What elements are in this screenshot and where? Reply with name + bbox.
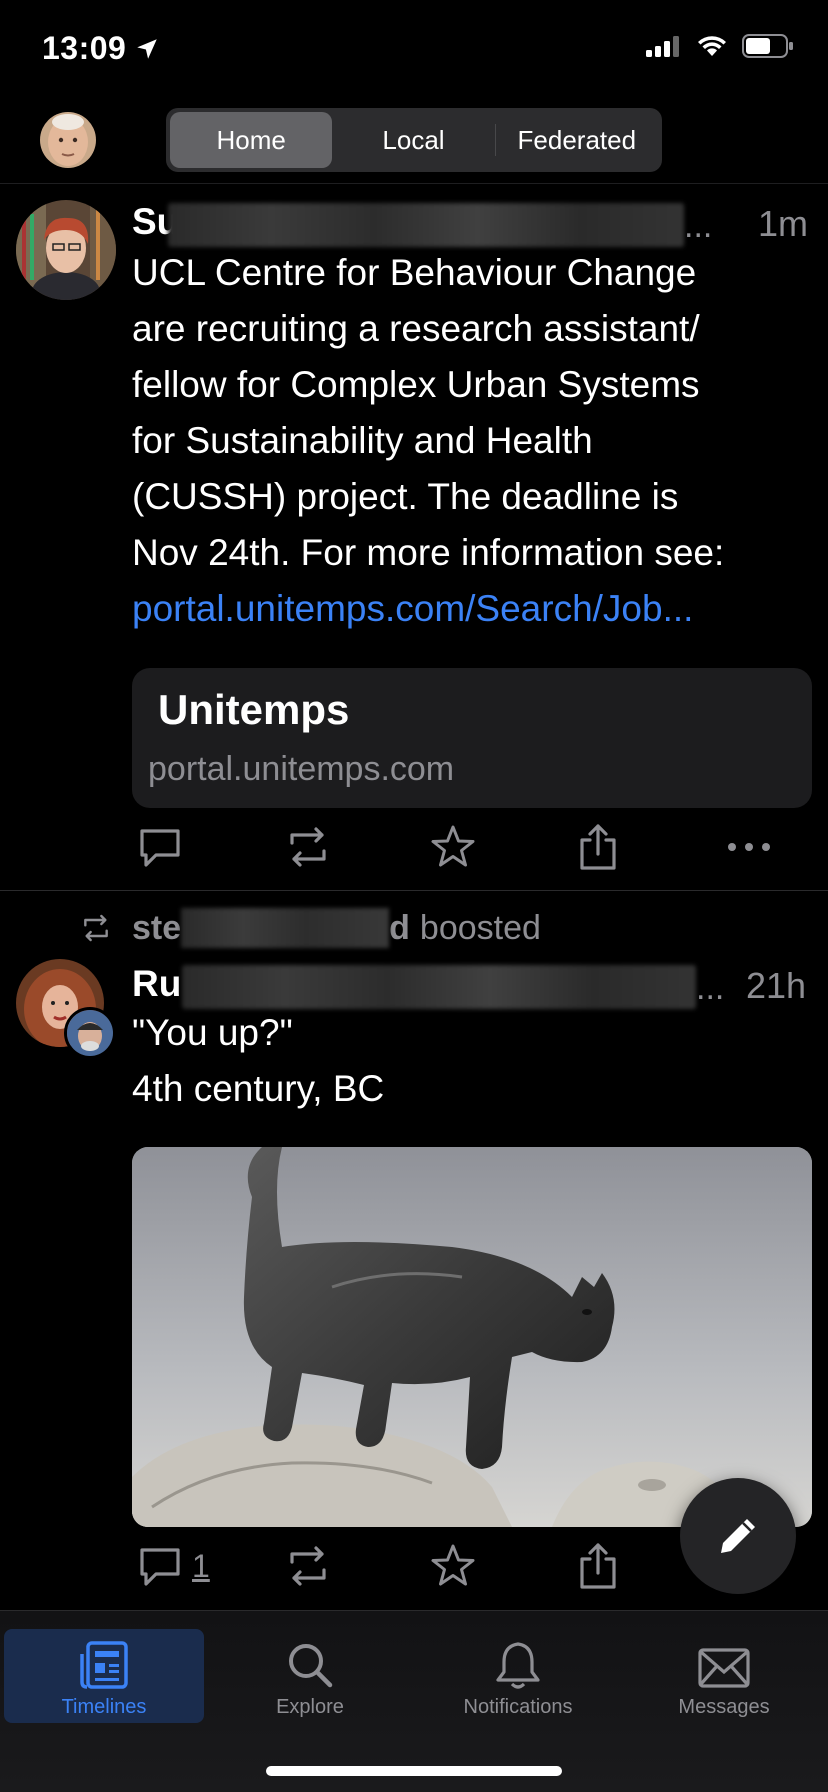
- post-text-line: for Sustainability and Health: [132, 420, 593, 461]
- boost-indicator: ste d boosted: [78, 903, 541, 953]
- cat-sculpture-image: [132, 1147, 812, 1527]
- post-text-line: Nov 24th. For more information see:: [132, 532, 725, 573]
- status-time-label: 13:09: [42, 30, 127, 66]
- redacted-booster: [181, 908, 390, 948]
- tab-messages[interactable]: Messages: [624, 1629, 824, 1723]
- tab-local[interactable]: Local: [332, 112, 494, 168]
- tab-timelines-label: Timelines: [61, 1696, 147, 1718]
- reply-count: 1: [192, 1547, 210, 1584]
- home-indicator[interactable]: [266, 1766, 562, 1776]
- envelope-icon: [698, 1648, 750, 1688]
- tab-federated[interactable]: Federated: [496, 112, 658, 168]
- cellular-signal-icon: [646, 36, 679, 57]
- booster-avatar-image: [67, 1010, 113, 1056]
- reply-icon: [140, 1548, 180, 1586]
- boost-icon: [290, 1546, 326, 1586]
- tab-notifications-label: Notifications: [463, 1696, 573, 1718]
- favorite-button[interactable]: [428, 817, 478, 877]
- name-ellipsis: ...: [684, 207, 713, 245]
- post-card[interactable]: Su ... 1m UCL Centre for Behaviour Chang…: [0, 185, 828, 890]
- tab-explore[interactable]: Explore: [210, 1629, 410, 1723]
- post-content: "You up?" 4th century, BC: [132, 1005, 822, 1117]
- tab-notifications[interactable]: Notifications: [418, 1629, 618, 1723]
- post-text-line: "You up?": [132, 1012, 293, 1053]
- more-icon: [728, 843, 770, 851]
- post-link[interactable]: portal.unitemps.com/Search/Job...: [132, 581, 822, 637]
- boosted-label: boosted: [419, 908, 541, 947]
- author-display-name[interactable]: Ru: [132, 963, 181, 1005]
- favorite-button[interactable]: [428, 1536, 478, 1596]
- tab-explore-label: Explore: [276, 1696, 344, 1718]
- link-preview-title: Unitemps: [158, 686, 350, 733]
- boost-small-icon: [84, 914, 108, 942]
- reply-icon: [140, 829, 180, 867]
- post-text-line: (CUSSH) project. The deadline is: [132, 476, 679, 517]
- share-button[interactable]: [576, 1536, 620, 1596]
- post-text-line: fellow for Complex Urban Systems: [132, 364, 700, 405]
- redacted-username: [168, 203, 684, 247]
- status-icons: [646, 34, 794, 58]
- search-icon: [289, 1644, 333, 1688]
- boost-icon: [290, 827, 326, 867]
- post-content: UCL Centre for Behaviour Change are recr…: [132, 245, 822, 637]
- redacted-username: [182, 965, 696, 1009]
- wifi-icon: [698, 36, 726, 56]
- top-nav: Home Local Federated: [0, 100, 828, 184]
- post-timestamp: 1m: [758, 203, 809, 244]
- tab-timelines[interactable]: Timelines: [4, 1629, 204, 1723]
- tab-bar: Timelines Explore Notifications Messages: [0, 1610, 828, 1792]
- post-timestamp: 21h: [746, 965, 807, 1006]
- author-avatar[interactable]: [16, 200, 116, 300]
- share-button[interactable]: [576, 817, 620, 877]
- reply-button[interactable]: [136, 817, 184, 877]
- post-text-line: UCL Centre for Behaviour Change: [132, 252, 697, 293]
- bell-icon: [496, 1642, 540, 1689]
- boost-button[interactable]: [282, 1536, 334, 1596]
- pencil-icon: [721, 1519, 755, 1553]
- star-icon: [431, 1544, 475, 1586]
- booster-name-end[interactable]: d: [389, 909, 410, 948]
- status-bar: 13:09: [0, 0, 828, 100]
- boost-button[interactable]: [282, 817, 334, 877]
- booster-name-start[interactable]: ste: [132, 909, 181, 948]
- tab-home[interactable]: Home: [170, 112, 333, 168]
- timeline-segmented-control: Home Local Federated: [166, 108, 662, 172]
- post-divider: [0, 890, 828, 891]
- share-icon: [580, 824, 616, 870]
- tab-messages-label: Messages: [678, 1696, 770, 1718]
- profile-avatar-image: [40, 112, 96, 168]
- name-ellipsis: ...: [696, 969, 725, 1007]
- link-preview-url: portal.unitemps.com: [148, 750, 455, 788]
- post-actions: [132, 817, 812, 877]
- timelines-icon: [80, 1641, 128, 1689]
- post-image[interactable]: [132, 1147, 812, 1527]
- more-button[interactable]: [724, 817, 774, 877]
- booster-avatar[interactable]: [64, 1007, 116, 1059]
- star-icon: [431, 825, 475, 867]
- share-icon: [580, 1543, 616, 1589]
- author-avatar-image: [16, 200, 116, 300]
- post-text-line: 4th century, BC: [132, 1068, 385, 1109]
- profile-avatar[interactable]: [40, 112, 96, 168]
- status-time: 13:09: [42, 30, 160, 67]
- post-text-line: are recruiting a research assistant/: [132, 308, 700, 349]
- reply-button[interactable]: 1: [136, 1536, 210, 1596]
- compose-button[interactable]: [680, 1478, 796, 1594]
- battery-icon: [742, 34, 793, 58]
- location-arrow-icon: [137, 38, 158, 59]
- link-preview-card[interactable]: Unitemps portal.unitemps.com: [132, 668, 812, 808]
